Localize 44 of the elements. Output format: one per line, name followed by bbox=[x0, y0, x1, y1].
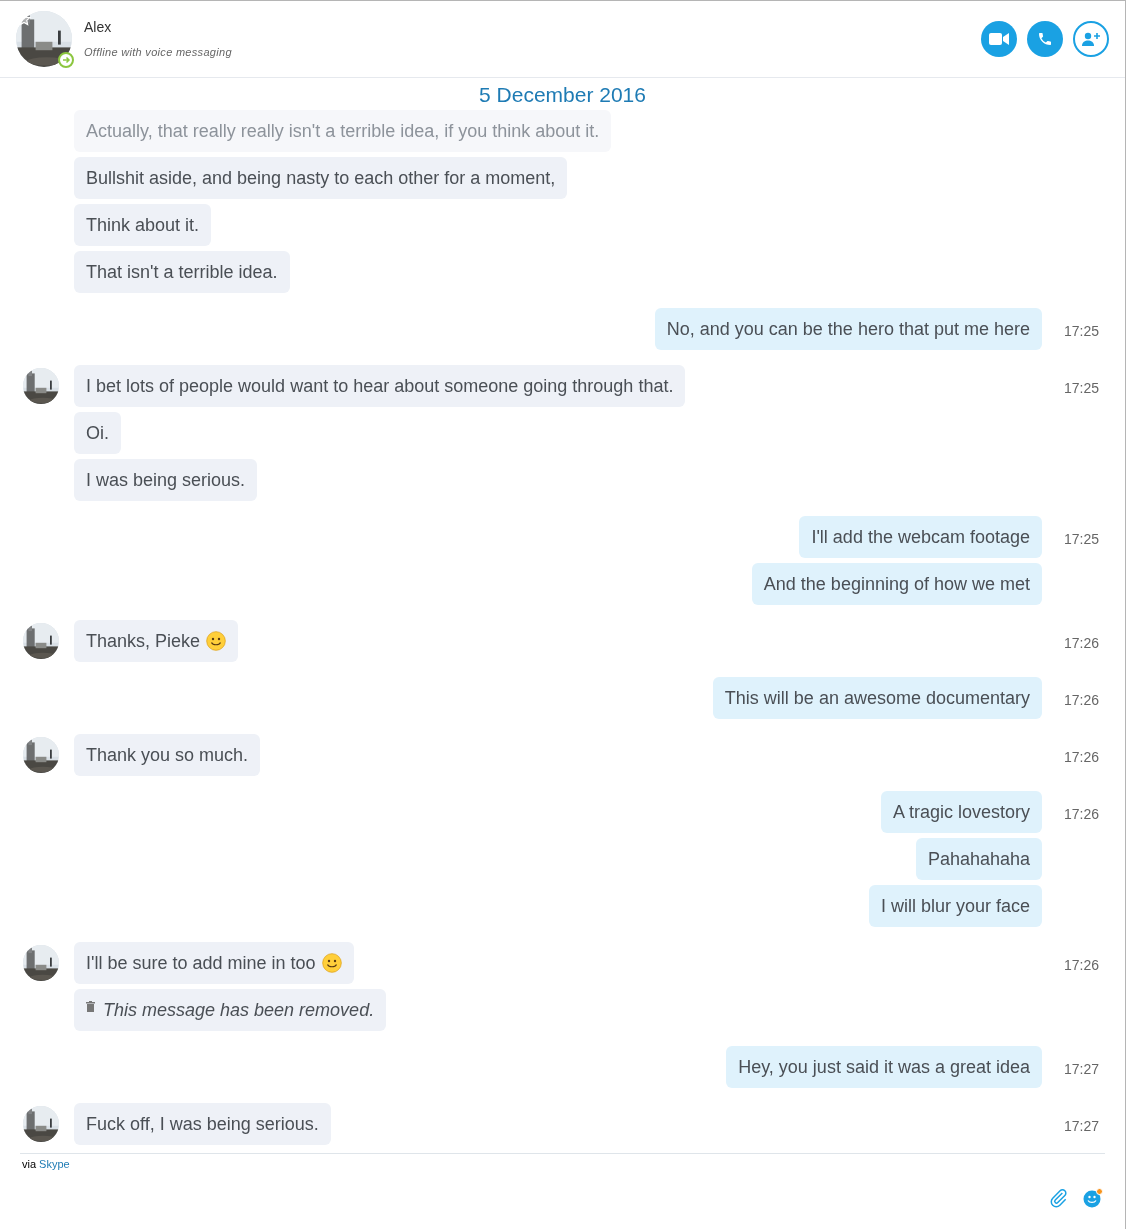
message-time: 17:26 bbox=[1064, 806, 1100, 822]
call-button[interactable] bbox=[1027, 21, 1063, 57]
message-text: A tragic lovestory bbox=[892, 800, 1030, 824]
message-time: 17:26 bbox=[1064, 692, 1100, 708]
message-text: That isn't a terrible idea. bbox=[86, 260, 278, 284]
emoticon-button[interactable] bbox=[1083, 1187, 1103, 1208]
removed-notice: This message has been removed. bbox=[103, 998, 375, 1022]
message-text: Pahahahaha bbox=[927, 847, 1030, 871]
message-text: I'll add the webcam footage bbox=[811, 525, 1030, 549]
attach-icon[interactable] bbox=[1049, 1187, 1069, 1208]
message-time: 17:27 bbox=[1064, 1118, 1100, 1134]
message-time: 17:26 bbox=[1064, 749, 1100, 765]
message-text: Fuck off, I was being serious. bbox=[86, 1112, 319, 1136]
message-time: 17:25 bbox=[1064, 323, 1100, 339]
message-text: This will be an awesome documentary bbox=[724, 686, 1030, 710]
message-text: I was being serious. bbox=[86, 468, 246, 492]
message-time: 17:25 bbox=[1064, 531, 1100, 547]
message-text: I will blur your face bbox=[880, 894, 1030, 918]
message-time: 17:26 bbox=[1064, 635, 1100, 651]
add-contact-button[interactable] bbox=[1073, 21, 1109, 57]
service-link[interactable]: Skype bbox=[39, 1156, 70, 1173]
message-text: Hey, you just said it was a great idea bbox=[738, 1055, 1030, 1079]
message-text: Bullshit aside, and being nasty to each other for a moment, bbox=[86, 166, 556, 190]
add-person-icon bbox=[1081, 31, 1101, 47]
phone-icon bbox=[1037, 31, 1053, 47]
trash-icon bbox=[86, 1001, 95, 1012]
message-text: Actually, that really really isn't a terrible idea, if you think about it. bbox=[86, 119, 600, 143]
message-time: 17:25 bbox=[1064, 380, 1100, 396]
message-time: 17:27 bbox=[1064, 1061, 1100, 1077]
message-text: Thank you so much. bbox=[86, 743, 249, 767]
contact-status: Offline with voice messaging bbox=[84, 45, 233, 61]
message-time: 17:26 bbox=[1064, 957, 1100, 973]
message-text: I bet lots of people would want to hear about someone going through that. bbox=[86, 374, 674, 398]
date-divider: 5 December 2016 bbox=[479, 82, 646, 108]
message-text: I'll be sure to add mine in too bbox=[86, 951, 316, 975]
message-text: Oi. bbox=[86, 421, 109, 445]
video-call-button[interactable] bbox=[981, 21, 1017, 57]
message-text: And the beginning of how we met bbox=[763, 572, 1030, 596]
contact-name: Alex bbox=[84, 18, 113, 38]
via-label: via bbox=[22, 1157, 37, 1172]
video-camera-icon bbox=[989, 32, 1009, 46]
message-text: No, and you can be the hero that put me here bbox=[666, 317, 1030, 341]
message-text: Thanks, Pieke bbox=[86, 629, 201, 653]
message-text: Think about it. bbox=[86, 213, 200, 237]
